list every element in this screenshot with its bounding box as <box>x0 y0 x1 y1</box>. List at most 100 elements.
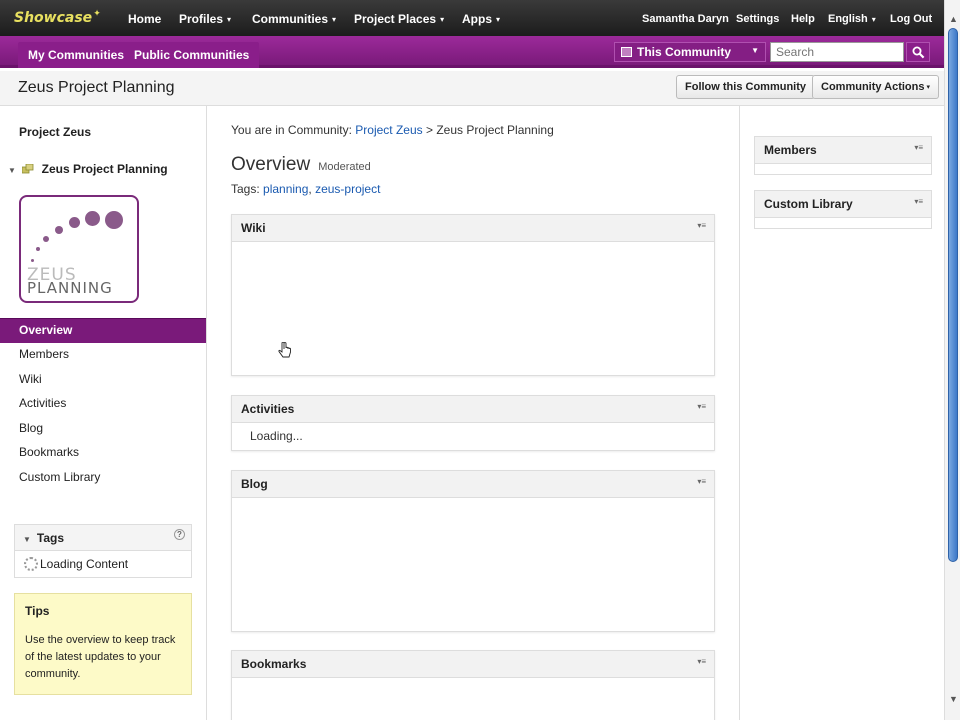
widget-header: Bookmarks ▾≡ <box>232 651 714 678</box>
chevron-down-icon: ▾ <box>926 84 931 91</box>
bookmarks-widget: Bookmarks ▾≡ <box>231 650 715 720</box>
chevron-down-icon: ▾ <box>440 15 445 24</box>
widget-body <box>755 218 931 228</box>
widget-header: Blog ▾≡ <box>232 471 714 498</box>
logo-dot <box>43 236 49 242</box>
chevron-down-icon: ▾ <box>496 15 501 24</box>
nav-communities[interactable]: Communities ▾ <box>252 12 336 26</box>
logo-dot <box>31 259 34 262</box>
widget-menu-icon[interactable]: ▾≡ <box>914 197 923 206</box>
scroll-down-arrow-icon[interactable]: ▼ <box>949 694 958 704</box>
logo-dot <box>55 226 63 234</box>
follow-community-button[interactable]: Follow this Community <box>676 75 815 99</box>
chevron-down-icon: ▾ <box>871 15 876 24</box>
widget-header: Custom Library ▾≡ <box>755 191 931 218</box>
widget-body <box>755 164 931 174</box>
tab-my-communities[interactable]: My Communities <box>18 42 135 68</box>
logo-dot <box>105 211 123 229</box>
chevron-down-icon: ▾ <box>227 15 232 24</box>
help-link[interactable]: Help <box>791 13 815 25</box>
tips-text: Use the overview to keep track of the la… <box>25 634 176 680</box>
moderated-badge: Moderated <box>318 161 371 173</box>
search-input[interactable] <box>770 42 904 62</box>
widget-body <box>232 242 714 248</box>
tag-link[interactable]: planning <box>263 182 308 196</box>
nav-home[interactable]: Home <box>128 12 161 26</box>
scroll-up-arrow-icon[interactable]: ▲ <box>949 14 958 24</box>
logo-dot <box>85 211 100 226</box>
user-name-link[interactable]: Samantha Daryn <box>642 13 729 25</box>
widget-body: Loading... <box>250 429 303 443</box>
search-button[interactable] <box>906 42 930 62</box>
settings-link[interactable]: Settings <box>736 13 779 25</box>
tips-box: Tips Use the overview to keep track of t… <box>14 593 192 695</box>
showcase-logo[interactable]: Showcase✦ <box>14 9 101 26</box>
page-title: Zeus Project Planning <box>18 79 175 96</box>
widget-menu-icon[interactable]: ▾≡ <box>914 143 923 152</box>
custom-library-widget: Custom Library ▾≡ <box>754 190 932 229</box>
tips-title: Tips <box>25 604 50 618</box>
nav-wiki[interactable]: Wiki <box>0 368 206 393</box>
parent-community-link[interactable]: Project Zeus <box>19 125 91 139</box>
logo-dot <box>69 217 80 228</box>
nav-project-places[interactable]: Project Places ▾ <box>354 12 444 26</box>
logo-text-bottom: PLANNING <box>27 279 113 297</box>
chevron-down-icon: ▼ <box>751 46 759 55</box>
community-logo: ZEUS PLANNING <box>19 195 139 303</box>
search-icon <box>912 46 925 59</box>
left-sidebar: Project Zeus ▼ Zeus Project Planning ZEU… <box>0 106 207 720</box>
nav-profiles[interactable]: Profiles ▾ <box>179 12 231 26</box>
loading-spinner-icon <box>24 557 38 571</box>
widget-menu-icon[interactable]: ▾≡ <box>697 657 706 666</box>
community-subnav: My Communities Public Communities This C… <box>0 36 944 68</box>
members-widget: Members ▾≡ <box>754 136 932 175</box>
widget-body <box>232 498 714 504</box>
nav-members[interactable]: Members <box>0 343 206 368</box>
page-scrollbar[interactable]: ▲ ▼ <box>944 0 960 720</box>
logo-dot <box>36 247 40 251</box>
tags-loading: Loading Content <box>15 551 191 571</box>
nav-bookmarks[interactable]: Bookmarks <box>0 441 206 466</box>
widget-menu-icon[interactable]: ▾≡ <box>697 477 706 486</box>
activities-widget: Activities ▾≡ Loading... <box>231 395 715 451</box>
nav-apps[interactable]: Apps ▾ <box>462 12 500 26</box>
widget-menu-icon[interactable]: ▾≡ <box>697 221 706 230</box>
current-community[interactable]: ▼ Zeus Project Planning <box>8 162 168 176</box>
breadcrumb-parent-link[interactable]: Project Zeus <box>355 123 422 137</box>
breadcrumb: You are in Community: Project Zeus > Zeu… <box>231 123 554 137</box>
breadcrumb-current: Zeus Project Planning <box>436 123 554 137</box>
widget-menu-icon[interactable]: ▾≡ <box>697 402 706 411</box>
nav-blog[interactable]: Blog <box>0 417 206 442</box>
chevron-down-icon: ▾ <box>332 15 337 24</box>
community-nav: Overview Members Wiki Activities Blog Bo… <box>0 318 206 490</box>
blog-widget: Blog ▾≡ <box>231 470 715 632</box>
community-icon <box>621 47 632 57</box>
tags-widget-header[interactable]: ▼ Tags ? <box>15 525 191 551</box>
overview-heading: Overview Moderated <box>231 154 371 175</box>
top-nav: Showcase✦ Home Profiles ▾ Communities ▾ Pr… <box>0 0 944 36</box>
tag-link[interactable]: zeus-project <box>315 182 380 196</box>
community-title-bar: Zeus Project Planning Follow this Commun… <box>0 71 944 106</box>
hand-cursor-icon <box>278 342 291 358</box>
community-actions-button[interactable]: Community Actions ▾ <box>812 75 940 99</box>
collapse-triangle-icon: ▼ <box>8 166 16 175</box>
collapse-triangle-icon: ▼ <box>23 535 31 544</box>
nav-activities[interactable]: Activities <box>0 392 206 417</box>
community-tags: Tags: planning, zeus-project <box>231 182 381 196</box>
search-scope-select[interactable]: This Community ▼ <box>614 42 766 62</box>
logout-link[interactable]: Log Out <box>890 13 932 25</box>
nav-overview[interactable]: Overview <box>0 318 206 343</box>
widget-header: Activities ▾≡ <box>232 396 714 423</box>
sparkle-icon: ✦ <box>93 9 101 19</box>
tags-widget: ▼ Tags ? Loading Content <box>14 524 192 578</box>
language-menu[interactable]: English ▾ <box>828 13 876 25</box>
main-content: You are in Community: Project Zeus > Zeu… <box>208 106 738 720</box>
help-icon[interactable]: ? <box>174 529 185 540</box>
scroll-thumb[interactable] <box>948 28 958 562</box>
widget-header: Members ▾≡ <box>755 137 931 164</box>
tab-public-communities[interactable]: Public Communities <box>124 42 260 68</box>
nav-custom-library[interactable]: Custom Library <box>0 466 206 491</box>
widget-body <box>232 678 714 684</box>
widget-header: Wiki ▾≡ <box>232 215 714 242</box>
right-sidebar: Members ▾≡ Custom Library ▾≡ <box>739 106 944 720</box>
